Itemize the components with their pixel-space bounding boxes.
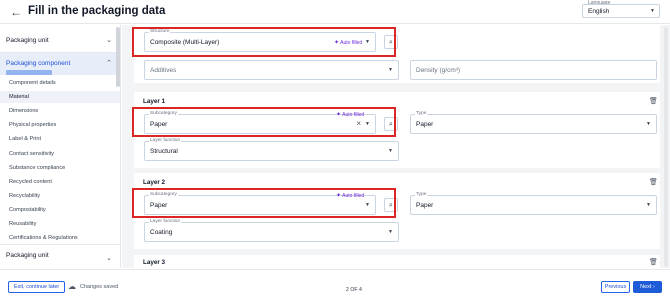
layer-function-value: Coating: [150, 229, 173, 236]
caret-down-icon: ▼: [646, 202, 651, 208]
trash-icon[interactable]: 🗑: [649, 97, 658, 105]
sidebar-item-physical-properties[interactable]: Physical properties: [9, 122, 56, 128]
arrow-left-icon[interactable]: ←: [10, 5, 22, 19]
highlight-structure: [132, 27, 396, 57]
layer-title: Layer 2: [143, 179, 166, 186]
sidebar-item-reusability[interactable]: Reusability: [9, 221, 36, 227]
exit-button[interactable]: Exit, continue later: [8, 281, 66, 293]
type-label: Type: [415, 192, 428, 197]
language-select[interactable]: English ▼: [582, 4, 660, 18]
main-scrollbar[interactable]: [664, 27, 668, 267]
type-label: Type: [415, 111, 428, 116]
sidebar: Packaging unit ⌄ Packaging component ⌃ C…: [0, 25, 121, 268]
next-button[interactable]: Next ›: [633, 281, 662, 293]
sidebar-group-packaging-unit[interactable]: Packaging unit ⌄: [0, 30, 120, 52]
sidebar-group-label: Packaging component: [6, 60, 71, 67]
highlight-layer-2-subcategory: [132, 188, 396, 218]
sidebar-group-label: Packaging unit: [6, 252, 49, 259]
sidebar-item-label-print[interactable]: Label & Print: [9, 136, 41, 142]
chevron-right-icon: ›: [653, 284, 655, 290]
layer-3-card: Layer 3 🗑: [134, 255, 660, 268]
type-value: Paper: [416, 121, 434, 128]
trash-icon[interactable]: 🗑: [649, 178, 658, 186]
type-select[interactable]: Type Paper ▼: [410, 192, 657, 215]
sidebar-scrollbar[interactable]: [116, 27, 120, 87]
sidebar-item-dimensions[interactable]: Dimensions: [9, 108, 38, 114]
caret-down-icon: ▼: [650, 8, 655, 14]
additives-placeholder: Additives: [150, 67, 177, 74]
chevron-up-icon: ⌃: [106, 60, 112, 67]
footer: Exit, continue later ☁ Changes saved 2 O…: [0, 269, 670, 300]
layer-function-select[interactable]: Layer function Coating ▼: [144, 219, 399, 242]
active-indicator: [6, 70, 52, 75]
chevron-down-icon: ⌄: [106, 37, 112, 44]
next-label: Next: [640, 284, 652, 290]
layer-title: Layer 3: [143, 259, 166, 266]
highlight-layer-1-subcategory: [132, 107, 396, 137]
cloud-icon: ☁: [68, 282, 76, 291]
caret-down-icon: ▼: [388, 229, 393, 235]
main-content: Structure Composite (Multi-Layer) ✦ Auto…: [122, 25, 670, 268]
layer-title: Layer 1: [143, 98, 166, 105]
caret-down-icon: ▼: [388, 67, 393, 73]
type-value: Paper: [416, 202, 434, 209]
chevron-down-icon: ⌄: [106, 255, 112, 262]
sidebar-item-component-details[interactable]: Component details: [9, 80, 56, 86]
sidebar-item-recyclability[interactable]: Recyclability: [9, 193, 40, 199]
sidebar-item-compostability[interactable]: Compostability: [9, 207, 46, 213]
sidebar-item-contact-sensitivity[interactable]: Contact sensitivity: [9, 151, 54, 157]
previous-button[interactable]: Previous: [601, 281, 630, 293]
language-value: English: [588, 8, 610, 15]
sidebar-item-material[interactable]: Material: [9, 94, 29, 100]
layer-function-label: Layer function: [149, 138, 182, 143]
density-placeholder: Density (g/cm³): [416, 67, 461, 74]
layer-function-select[interactable]: Layer function Structural ▼: [144, 138, 399, 161]
sidebar-group-packaging-component[interactable]: Packaging component ⌃: [0, 53, 120, 75]
sidebar-item-substance-compliance[interactable]: Substance compliance: [9, 165, 65, 171]
sidebar-item-certifications[interactable]: Certifications & Regulations: [9, 235, 78, 241]
sidebar-item-recycled-content[interactable]: Recycled content: [9, 179, 52, 185]
top-bar: ← Fill in the packaging data Language En…: [0, 0, 670, 24]
save-status: Changes saved: [80, 284, 119, 290]
additives-select[interactable]: Additives ▼: [144, 60, 399, 80]
sidebar-group-label: Packaging unit: [6, 37, 49, 44]
sidebar-group-packaging-unit-2[interactable]: Packaging unit ⌄: [0, 245, 120, 267]
layer-function-label: Layer function: [149, 219, 182, 224]
caret-down-icon: ▼: [388, 148, 393, 154]
page-title: Fill in the packaging data: [28, 5, 166, 17]
caret-down-icon: ▼: [646, 121, 651, 127]
layer-function-value: Structural: [150, 148, 178, 155]
trash-icon[interactable]: 🗑: [649, 258, 658, 266]
page-indicator: 2 OF 4: [346, 287, 362, 293]
type-select[interactable]: Type Paper ▼: [410, 111, 657, 134]
density-input[interactable]: Density (g/cm³): [410, 60, 657, 80]
